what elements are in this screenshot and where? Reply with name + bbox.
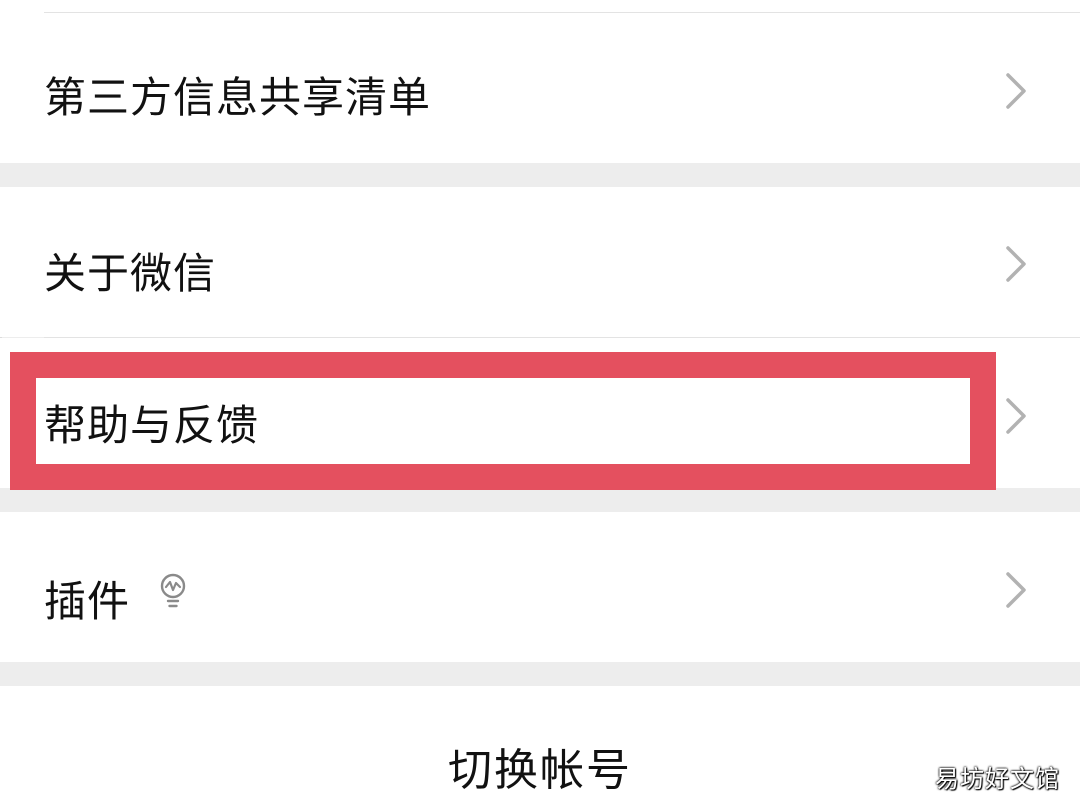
settings-item-about-wechat[interactable]: 关于微信 bbox=[0, 187, 1080, 337]
watermark: 易坊好文馆 bbox=[935, 765, 1060, 793]
chevron-right-icon bbox=[1006, 398, 1026, 434]
chevron-right-icon bbox=[1006, 73, 1026, 109]
chevron-right-icon bbox=[1006, 572, 1026, 608]
lightbulb-icon bbox=[160, 573, 186, 608]
settings-item-help-feedback[interactable]: 帮助与反馈 bbox=[0, 338, 1080, 488]
settings-item-label: 第三方信息共享清单 bbox=[44, 73, 432, 122]
section-gap bbox=[0, 488, 1080, 512]
section-gap bbox=[0, 662, 1080, 686]
divider bbox=[44, 12, 1080, 13]
settings-item-label: 帮助与反馈 bbox=[44, 401, 260, 450]
chevron-right-icon bbox=[1006, 246, 1026, 282]
section-gap bbox=[0, 163, 1080, 187]
settings-item-third-party-sharing[interactable]: 第三方信息共享清单 bbox=[0, 0, 1080, 163]
wechat-settings-screen: 第三方信息共享清单 关于微信 帮助与反馈 插件 切换帐号 易坊好文馆 bbox=[0, 0, 1080, 808]
settings-item-label: 关于微信 bbox=[44, 249, 217, 298]
settings-item-label: 插件 bbox=[44, 577, 131, 626]
switch-account-label: 切换帐号 bbox=[448, 745, 632, 796]
